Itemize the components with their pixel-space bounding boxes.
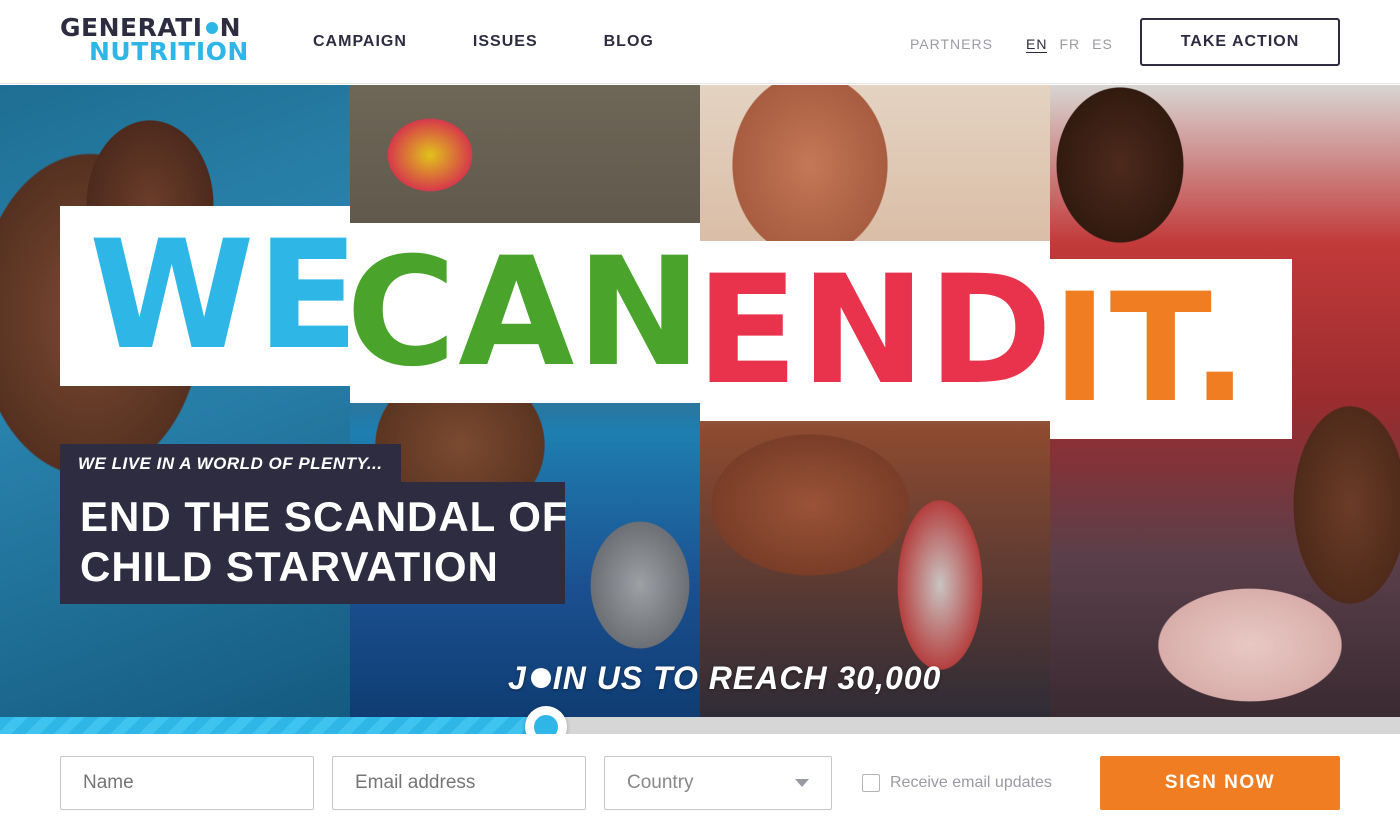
country-select[interactable]: Country [604, 756, 832, 810]
nav-item-blog[interactable]: BLOG [604, 33, 654, 51]
email-updates-label: Receive email updates [890, 774, 1052, 791]
slogan-word-box-4: IT. [1050, 259, 1292, 439]
headline-line-1: END THE SCANDAL OF [80, 493, 569, 540]
slogan-word-box-2: CAN [346, 223, 702, 403]
hero-headline: END THE SCANDAL OF CHILD STARVATION [60, 482, 569, 604]
slogan-word-can: CAN [346, 226, 704, 400]
generation-nutrition-logo[interactable]: GENERATI N NUTRITION [60, 15, 250, 68]
progress-bar-fill [0, 717, 546, 734]
slogan-word-box-1: WE [60, 206, 359, 386]
join-us-goal-text: J IN US TO REACH 30,000 [508, 660, 942, 696]
slogan-word-end: END [695, 244, 1055, 418]
lang-es[interactable]: ES [1092, 36, 1113, 53]
partners-link[interactable]: PARTNERS [910, 36, 993, 52]
email-updates-option[interactable]: Receive email updates [862, 774, 1052, 792]
petition-form: Country Receive email updates SIGN NOW [0, 734, 1400, 840]
hero-photo-mother-child [0, 85, 350, 717]
join-dot-icon [530, 667, 551, 688]
logo-dot-icon [205, 21, 218, 34]
lang-en[interactable]: EN [1026, 36, 1048, 53]
main-nav: CAMPAIGN ISSUES BLOG [313, 33, 720, 51]
email-input[interactable] [332, 756, 586, 810]
headline-line-2: CHILD STARVATION [80, 543, 499, 590]
name-input[interactable] [60, 756, 314, 810]
take-action-button[interactable]: TAKE ACTION [1140, 18, 1340, 66]
slogan-word-box-3: END [696, 241, 1052, 421]
lang-fr[interactable]: FR [1059, 36, 1080, 53]
logo-line-2: NUTRITION [89, 37, 249, 66]
email-updates-checkbox[interactable] [862, 774, 880, 792]
country-select-value: Country [627, 772, 694, 793]
site-header: GENERATI N NUTRITION CAMPAIGN ISSUES BLOG… [0, 0, 1400, 84]
language-switcher: EN FR ES [1026, 36, 1125, 53]
nav-item-issues[interactable]: ISSUES [473, 33, 538, 51]
chevron-down-icon [795, 779, 809, 787]
sign-now-button[interactable]: SIGN NOW [1100, 756, 1340, 810]
nav-item-campaign[interactable]: CAMPAIGN [313, 33, 407, 51]
slogan-word-it: IT. [1051, 262, 1251, 436]
signature-progress-bar [0, 717, 1400, 734]
hero-kicker: WE LIVE IN A WORLD OF PLENTY... [60, 444, 401, 484]
slogan-word-we: WE [89, 209, 361, 383]
hero-banner: WE CAN END IT. WE LIVE IN A WORLD OF PLE… [0, 85, 1400, 717]
